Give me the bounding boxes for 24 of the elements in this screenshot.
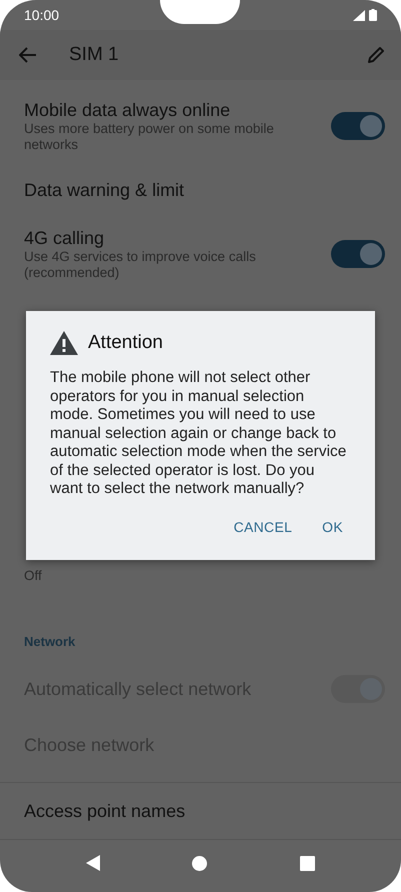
signal-icon [353, 10, 365, 21]
toggle-switch[interactable] [331, 240, 385, 268]
screen-title: SIM 1 [69, 44, 120, 66]
pencil-icon[interactable] [367, 46, 385, 64]
setting-title[interactable]: Data warning & limit [24, 179, 385, 201]
warning-icon [50, 331, 78, 355]
setting-title[interactable]: Access point names [24, 800, 385, 822]
back-arrow-icon[interactable] [19, 47, 37, 63]
cancel-button[interactable]: CANCEL [226, 512, 300, 540]
setting-summary: Off [24, 568, 43, 584]
recents-icon[interactable] [300, 856, 315, 870]
battery-icon [369, 9, 377, 21]
setting-summary: Uses more battery power on some mobile networks [24, 121, 275, 153]
home-icon[interactable] [192, 856, 208, 870]
toggle-switch[interactable] [331, 112, 385, 140]
dialog-title: Attention [88, 332, 163, 354]
dialog-message: The mobile phone will not select other operators for you in manual selection mode. Sometimes you will need to use manual selection again or change back to automatic selection mode when the service of the selected operator is lost. Do you want to select the network manually? [50, 369, 348, 498]
setting-title[interactable]: Mobile data always online [24, 99, 331, 121]
back-icon[interactable] [86, 855, 100, 871]
ok-button[interactable]: OK [314, 512, 351, 540]
setting-title[interactable]: 4G calling [24, 227, 331, 249]
setting-summary: Use 4G services to improve voice calls (recommended) [24, 249, 257, 281]
status-time: 10:00 [24, 7, 60, 23]
section-header: Network [23, 633, 76, 651]
